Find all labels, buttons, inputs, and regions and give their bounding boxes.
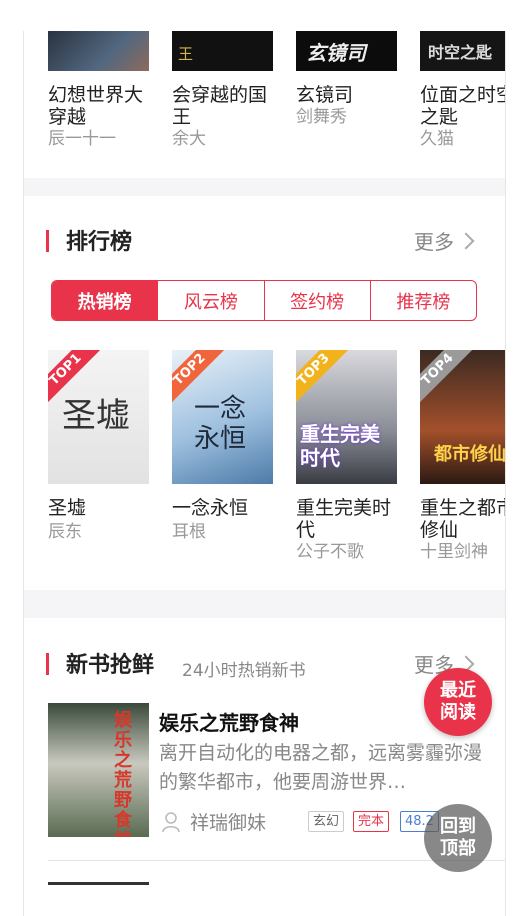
book-author: 十里剑神 xyxy=(420,542,488,562)
recent-read-button[interactable]: 最近阅读 xyxy=(424,668,492,736)
book-author: 公子不歌 xyxy=(296,542,364,562)
new-book-title[interactable]: 娱乐之荒野食神 xyxy=(159,707,299,736)
book-author: 耳根 xyxy=(172,522,206,542)
book-cover[interactable]: 时空之匙 xyxy=(420,31,505,71)
book-author: 剑舞秀 xyxy=(296,107,347,127)
section-title: 排行榜 xyxy=(66,229,133,255)
book-author: 余大 xyxy=(172,129,206,149)
page-frame: 王 玄镜司 时空之匙 幻想世界大穿越 辰一十一 会穿越的国王 余大 玄镜司 剑舞… xyxy=(23,31,506,916)
book-cover[interactable]: 圣墟 TOP1 xyxy=(48,350,149,484)
book-title[interactable]: 位面之时空之匙 xyxy=(420,84,505,128)
book-cover[interactable]: 都市修仙 TOP4 xyxy=(420,350,506,484)
book-title[interactable]: 会穿越的国王 xyxy=(172,84,276,128)
new-book-description: 离开自动化的电器之都，远离雾霾弥漫的繁华都市，他要周游世界… xyxy=(159,742,483,793)
book-cover[interactable]: 一念永恒 TOP2 xyxy=(172,350,273,484)
more-label: 更多 xyxy=(414,230,454,254)
cover-text: 重生完美时代 xyxy=(300,422,380,470)
cover-text: 都市修仙 xyxy=(434,444,506,465)
genre-tag: 玄幻 xyxy=(308,811,345,832)
more-link[interactable]: 更多 xyxy=(414,226,475,255)
cover-text: 王 xyxy=(178,45,194,63)
book-title[interactable]: 圣墟 xyxy=(48,497,152,519)
section-divider xyxy=(24,590,505,618)
section-subtitle: 24小时热销新书 xyxy=(182,661,306,681)
ranking-tabs: 热销榜 风云榜 签约榜 推荐榜 xyxy=(51,280,477,321)
book-cover[interactable]: 娱乐之荒野食神 xyxy=(48,703,149,837)
tab-signed[interactable]: 签约榜 xyxy=(265,281,371,320)
section-divider xyxy=(24,178,505,196)
tab-recommended[interactable]: 推荐榜 xyxy=(371,281,476,320)
book-author: 辰东 xyxy=(48,522,82,542)
book-cover[interactable]: 玄镜司 xyxy=(296,31,397,71)
status-tag: 完本 xyxy=(353,811,390,832)
book-cover[interactable] xyxy=(48,31,149,71)
book-title[interactable]: 玄镜司 xyxy=(296,84,400,106)
rank-badge: TOP4 xyxy=(420,350,474,406)
cover-text: 玄镜司 xyxy=(306,41,366,65)
book-author: 辰一十一 xyxy=(48,129,116,149)
book-cover[interactable]: 重生完美时代 TOP3 xyxy=(296,350,397,484)
book-title[interactable]: 一念永恒 xyxy=(172,497,276,519)
book-title[interactable]: 幻想世界大穿越 xyxy=(48,84,152,128)
recent-read-label: 最近阅读 xyxy=(440,680,476,723)
next-book-cover-edge xyxy=(48,882,149,885)
cover-text: 一念永恒 xyxy=(194,394,247,454)
cover-text: 时空之匙 xyxy=(428,43,493,62)
back-to-top-button[interactable]: 回到顶部 xyxy=(424,804,492,872)
section-accent-bar xyxy=(46,230,49,252)
book-author: 祥瑞御妹 xyxy=(190,812,267,834)
book-title[interactable]: 重生完美时代 xyxy=(296,497,400,541)
book-author: 久猫 xyxy=(420,129,454,149)
back-to-top-label: 回到顶部 xyxy=(440,816,476,859)
user-icon xyxy=(161,811,181,833)
cover-text: 圣墟 xyxy=(62,396,130,436)
chevron-right-icon xyxy=(457,232,475,250)
section-accent-bar xyxy=(46,653,49,675)
tab-trending[interactable]: 风云榜 xyxy=(158,281,265,320)
section-title: 新书抢鲜 xyxy=(66,652,155,678)
book-cover[interactable]: 王 xyxy=(172,31,273,71)
book-title[interactable]: 重生之都市修仙 xyxy=(420,497,505,541)
tab-hot-sales[interactable]: 热销榜 xyxy=(52,281,159,320)
cover-text: 娱乐之荒野食神 xyxy=(114,710,132,838)
rank-badge: TOP3 xyxy=(296,350,350,406)
